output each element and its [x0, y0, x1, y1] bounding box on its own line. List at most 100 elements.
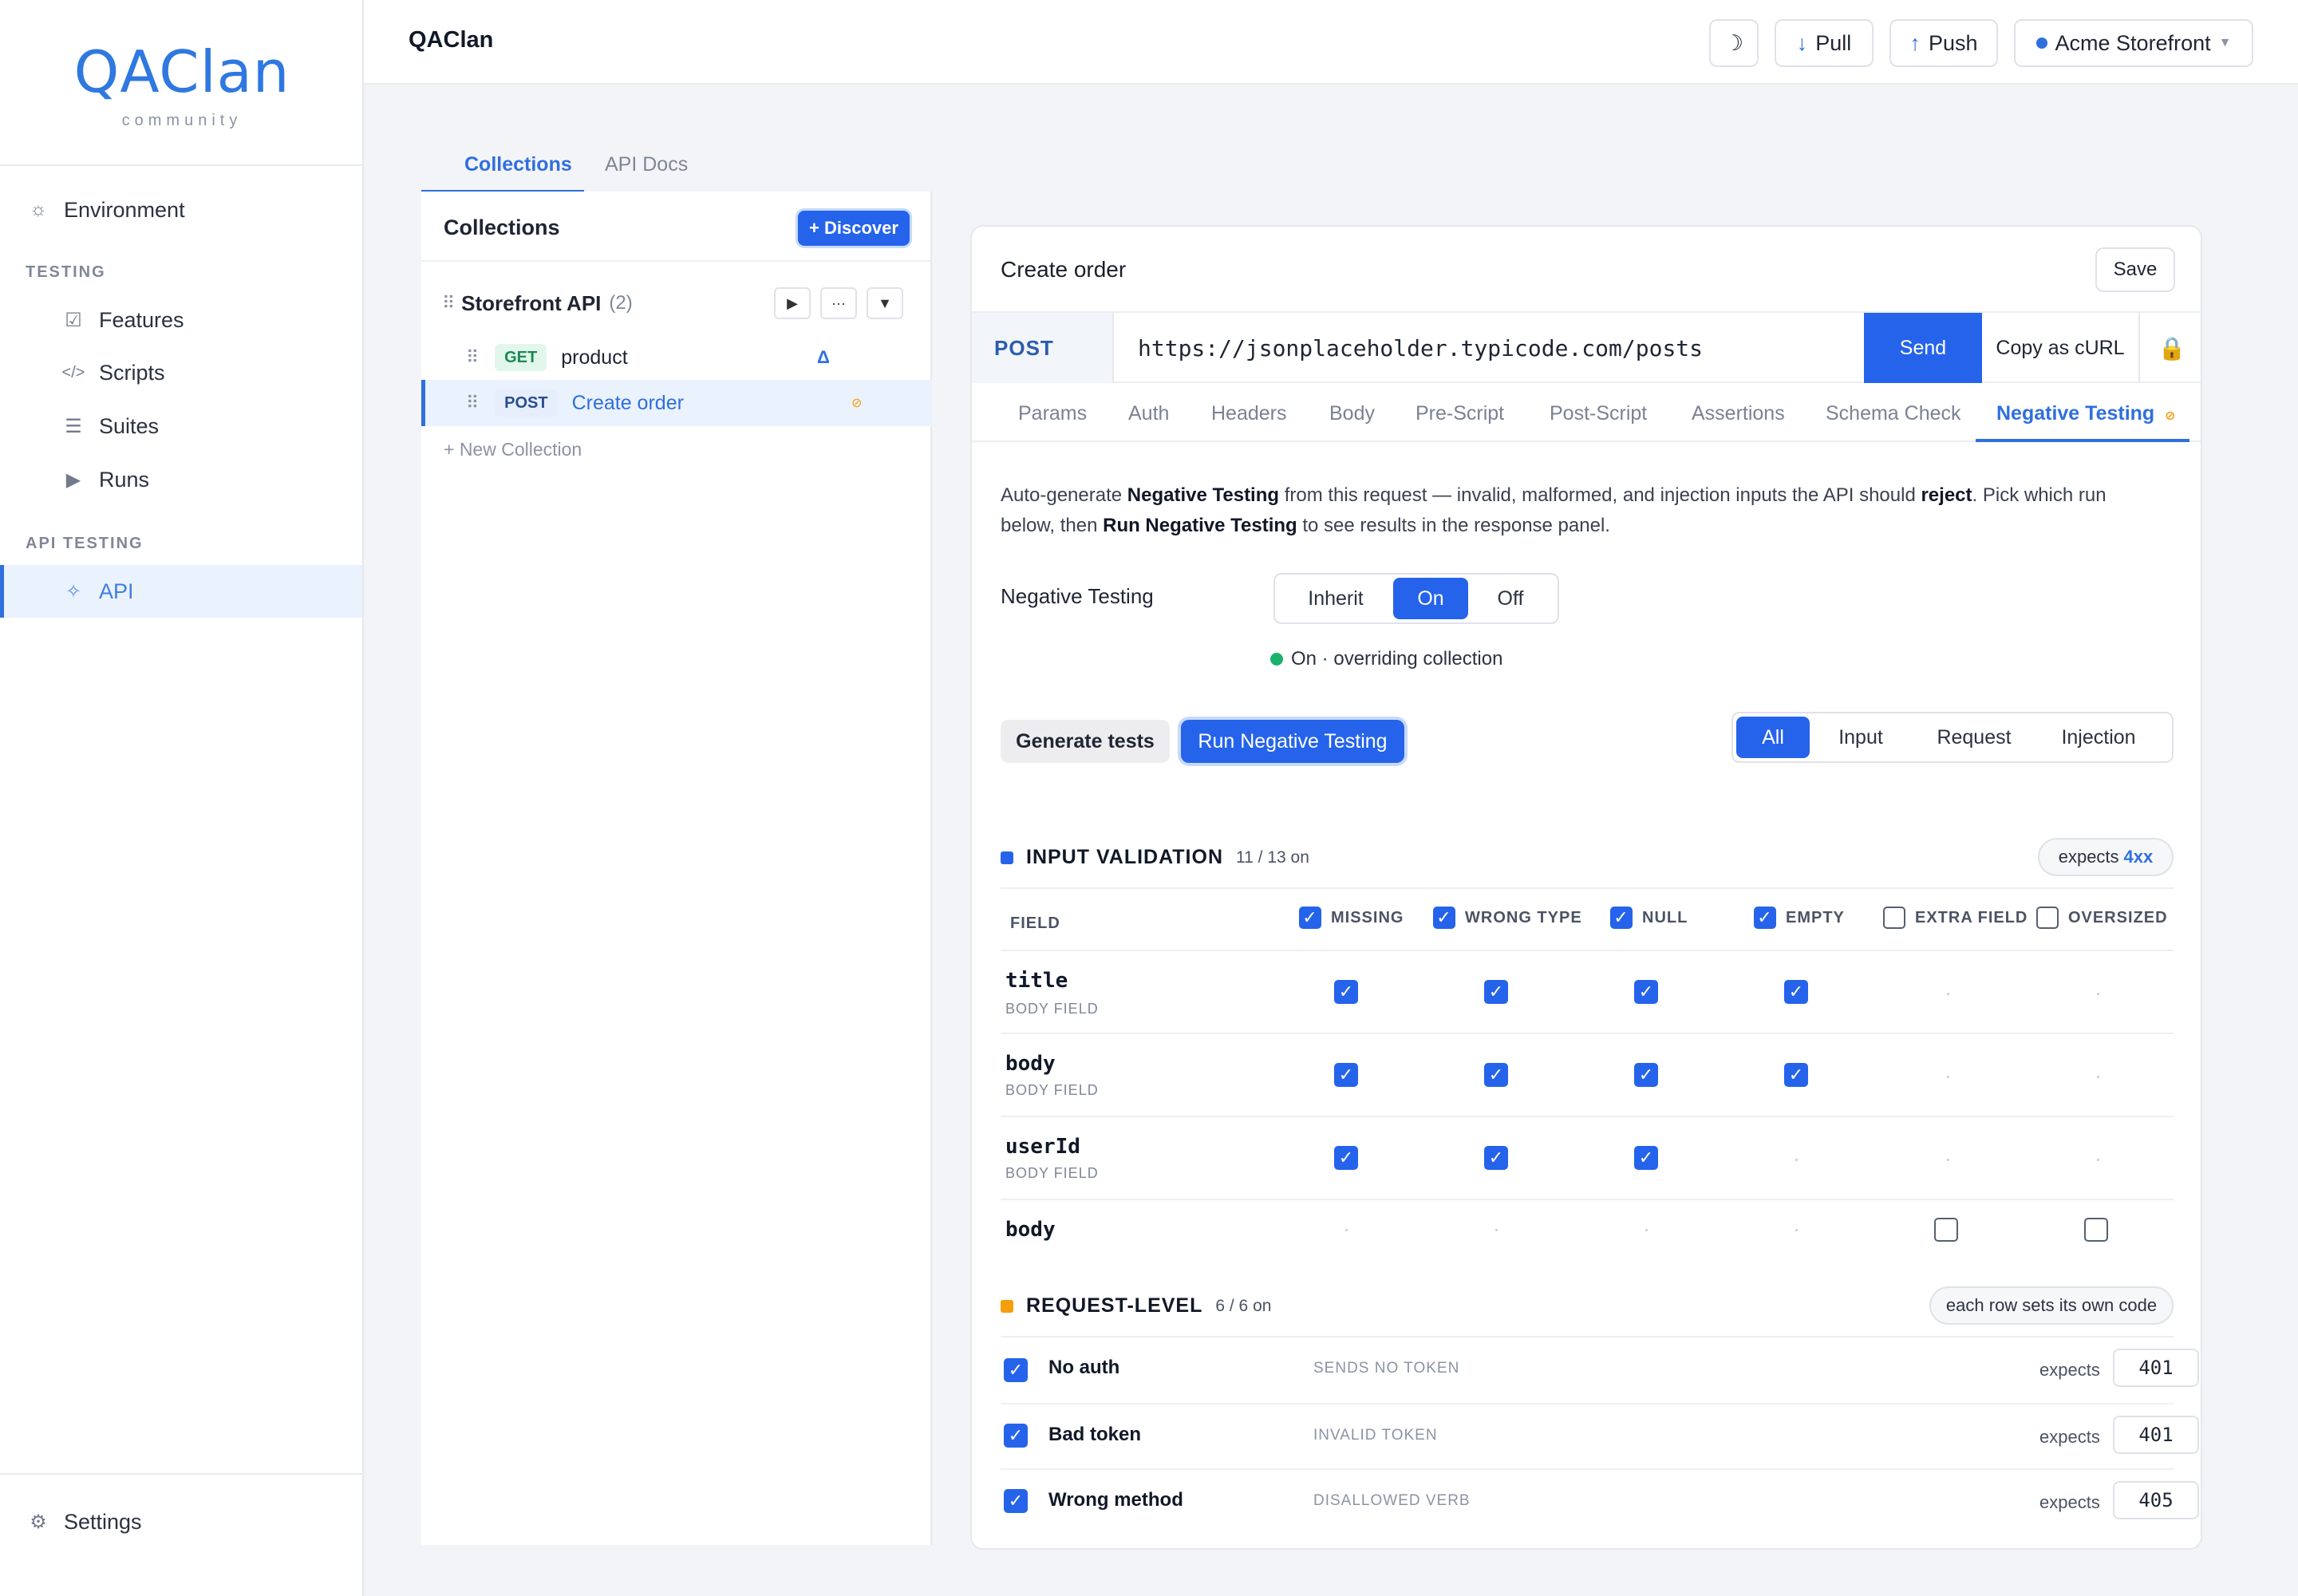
checkbox[interactable]	[2084, 1218, 2108, 1242]
drag-handle-icon[interactable]: ⠿	[466, 347, 479, 368]
request-level-header: REQUEST-LEVEL 6 / 6 on	[1001, 1294, 1271, 1317]
checkbox[interactable]: ✓	[1610, 907, 1633, 929]
send-button[interactable]: Send	[1864, 313, 1982, 383]
run-collection-button[interactable]: ▶	[774, 287, 811, 319]
checkbox[interactable]	[1883, 907, 1905, 929]
column-header-wrong-type[interactable]: ✓ WRONG TYPE	[1433, 907, 1582, 929]
field-type: BODY FIELD	[1005, 1001, 1099, 1017]
mode-status: On · overriding collection	[1270, 648, 1502, 670]
env-status-dot	[2035, 38, 2047, 49]
filter-injection[interactable]: Injection	[2036, 717, 2161, 758]
expand-collection-button[interactable]: ▼	[867, 287, 903, 319]
mode-off[interactable]: Off	[1468, 578, 1553, 619]
tab-collections[interactable]: Collections	[464, 153, 572, 176]
theme-toggle-button[interactable]: ☽	[1709, 19, 1759, 67]
filter-input[interactable]: Input	[1810, 717, 1912, 758]
checkbox[interactable]: ✓	[1334, 980, 1358, 1004]
checkbox[interactable]	[1934, 1218, 1958, 1242]
topbar: QAClan ☽ ↓ Pull ↑ Push Acme Storefront ▼	[364, 0, 2298, 85]
drag-handle-icon[interactable]: ⠿	[442, 293, 455, 314]
checkbox[interactable]: ✓	[1634, 1146, 1658, 1170]
checkbox[interactable]: ✓	[1634, 1063, 1658, 1087]
not-applicable-mark	[1947, 1159, 1949, 1161]
column-header-missing[interactable]: ✓ MISSING	[1299, 907, 1404, 929]
checkbox[interactable]: ✓	[1004, 1424, 1028, 1448]
checkbox[interactable]: ✓	[1784, 1063, 1808, 1087]
checkbox[interactable]: ✓	[1484, 1063, 1508, 1087]
column-header-extra-field[interactable]: EXTRA FIELD	[1883, 907, 2028, 929]
tab-headers[interactable]: Headers	[1211, 402, 1287, 425]
tab-negative-testing[interactable]: Negative Testing ⊘	[1996, 402, 2176, 425]
run-negative-testing-button[interactable]: Run Negative Testing	[1181, 720, 1404, 763]
checkbox[interactable]	[2036, 907, 2059, 929]
environment-name: Acme Storefront	[2055, 30, 2211, 55]
column-header-null[interactable]: ✓ NULL	[1610, 907, 1688, 929]
tab-api-docs[interactable]: API Docs	[605, 153, 688, 176]
column-header-empty[interactable]: ✓ EMPTY	[1754, 907, 1845, 929]
tab-pre-script[interactable]: Pre-Script	[1416, 402, 1504, 425]
expected-status-input[interactable]: 401	[2113, 1416, 2199, 1454]
expected-status-input[interactable]: 401	[2113, 1349, 2199, 1387]
sidebar-item-api[interactable]: ✧ API	[0, 565, 362, 618]
tab-post-script[interactable]: Post-Script	[1550, 402, 1647, 425]
new-collection-link[interactable]: + New Collection	[444, 439, 582, 460]
not-applicable-mark	[2097, 993, 2099, 995]
checkbox[interactable]: ✓	[1433, 907, 1455, 929]
tab-schema-check[interactable]: Schema Check	[1826, 402, 1961, 425]
mode-inherit[interactable]: Inherit	[1278, 578, 1393, 619]
divider	[0, 1473, 364, 1475]
generate-tests-button[interactable]: Generate tests	[1001, 720, 1170, 763]
checkbox[interactable]: ✓	[1004, 1358, 1028, 1382]
sidebar-item-settings[interactable]: ⚙ Settings	[0, 1495, 362, 1548]
checkbox[interactable]: ✓	[1004, 1489, 1028, 1513]
checkbox[interactable]: ✓	[1484, 980, 1508, 1004]
sidebar-item-features[interactable]: ☑ Features	[0, 294, 362, 346]
tab-params[interactable]: Params	[1018, 402, 1087, 425]
drag-handle-icon[interactable]: ⠿	[466, 393, 479, 413]
filter-request[interactable]: Request	[1912, 717, 2036, 758]
checkbox[interactable]: ✓	[1754, 907, 1776, 929]
negative-testing-description: Auto-generate Negative Testing from this…	[1001, 480, 2150, 541]
mode-on[interactable]: On	[1393, 578, 1468, 619]
checkbox[interactable]: ✓	[1334, 1063, 1358, 1087]
logo[interactable]: QAClan community	[0, 40, 364, 130]
desc-text: from this request — invalid, malformed, …	[1279, 484, 1921, 506]
sidebar-item-suites[interactable]: ☰ Suites	[0, 400, 362, 452]
lock-icon[interactable]: 🔒	[2140, 313, 2201, 383]
column-header-field: FIELD	[1010, 915, 1060, 933]
filter-all[interactable]: All	[1736, 717, 1810, 758]
request-item-create-order[interactable]: ⠿ POST Create order ⊘	[421, 380, 932, 426]
push-button[interactable]: ↑ Push	[1889, 19, 1998, 67]
sidebar-item-scripts[interactable]: </> Scripts	[0, 346, 362, 399]
request-level-row: ✓ Wrong method DISALLOWED VERB expects 4…	[1001, 1470, 2199, 1535]
method-select[interactable]: POST	[972, 313, 1114, 383]
column-label: OVERSIZED	[2068, 908, 2168, 926]
expected-status-input[interactable]: 405	[2113, 1481, 2199, 1519]
more-options-button[interactable]: ···	[820, 287, 857, 319]
tab-body[interactable]: Body	[1329, 402, 1375, 425]
copy-curl-button[interactable]: Copy as cURL	[1982, 313, 2140, 383]
environment-select[interactable]: Acme Storefront ▼	[2014, 19, 2253, 67]
checkbox[interactable]: ✓	[1484, 1146, 1508, 1170]
ellipsis-icon: ···	[831, 294, 846, 311]
pull-button[interactable]: ↓ Pull	[1775, 19, 1874, 67]
discover-button[interactable]: + Discover	[798, 211, 910, 246]
play-icon: ▶	[787, 294, 798, 311]
request-level-row: ✓ No auth SENDS NO TOKEN expects 401	[1001, 1337, 2199, 1403]
tab-assertions[interactable]: Assertions	[1692, 402, 1785, 425]
expects-label: expects	[2039, 1360, 2100, 1380]
tab-auth[interactable]: Auth	[1128, 402, 1169, 425]
checkbox[interactable]: ✓	[1334, 1146, 1358, 1170]
sidebar-item-runs[interactable]: ▶ Runs	[0, 453, 362, 506]
save-button[interactable]: Save	[2095, 247, 2175, 292]
column-header-oversized[interactable]: OVERSIZED	[2036, 907, 2168, 929]
request-item-product[interactable]: ⠿ GET product Δ	[421, 335, 932, 380]
url-input[interactable]: https://jsonplaceholder.typicode.com/pos…	[1138, 335, 1703, 361]
checkbox[interactable]: ✓	[1299, 907, 1321, 929]
checkbox[interactable]: ✓	[1634, 980, 1658, 1004]
sidebar-item-environment[interactable]: ☼ Environment	[0, 184, 362, 236]
checkbox[interactable]: ✓	[1784, 980, 1808, 1004]
active-tab-indicator	[1976, 439, 2189, 442]
divider	[0, 164, 364, 166]
sparkle-icon: ✧	[65, 580, 82, 602]
